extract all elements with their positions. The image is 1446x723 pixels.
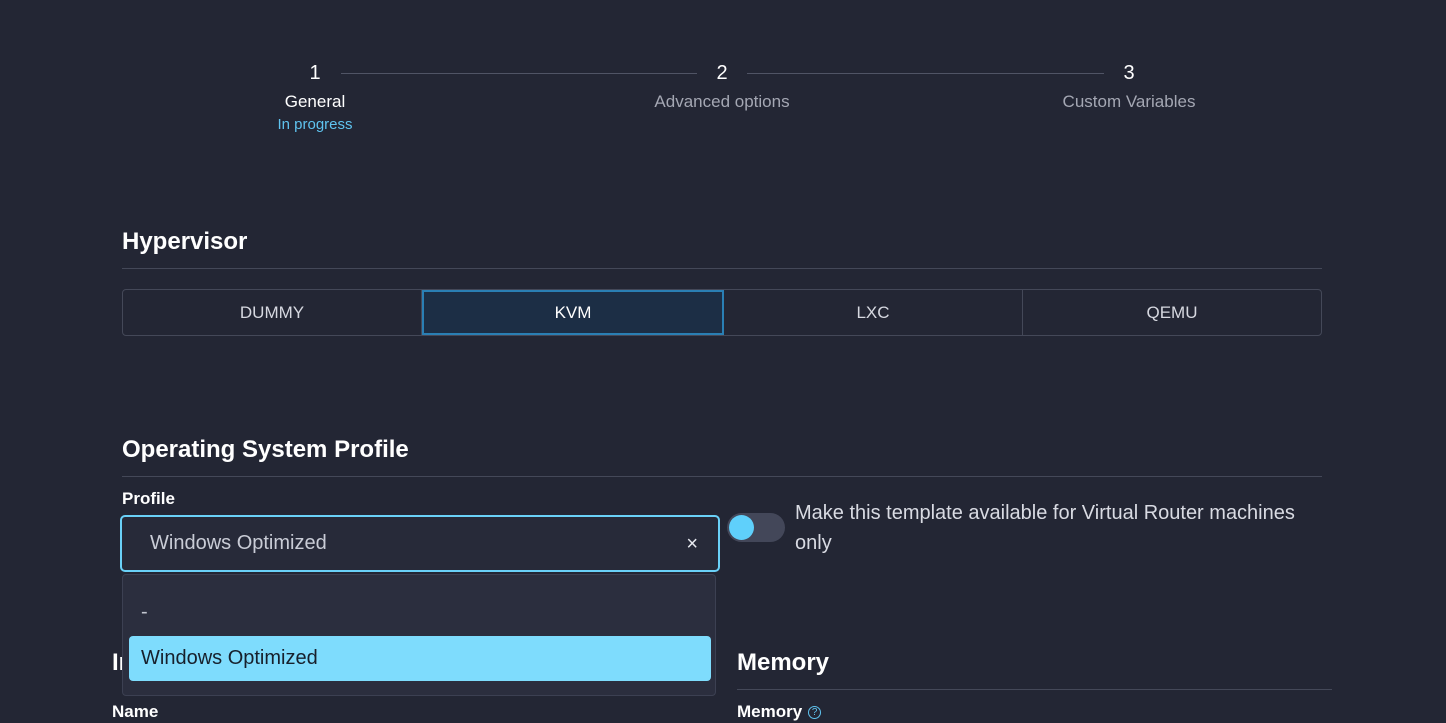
section-divider <box>737 689 1332 690</box>
section-divider <box>122 268 1322 269</box>
hypervisor-selector: DUMMY KVM LXC QEMU <box>122 289 1322 336</box>
hypervisor-option-kvm[interactable]: KVM <box>422 290 724 335</box>
memory-heading: Memory <box>737 649 830 676</box>
step-custom-variables[interactable]: 3 Custom Variables <box>1029 60 1229 112</box>
hypervisor-option-qemu[interactable]: QEMU <box>1023 290 1321 335</box>
hypervisor-option-lxc[interactable]: LXC <box>724 290 1023 335</box>
dropdown-option-windows-optimized[interactable]: Windows Optimized <box>129 636 711 681</box>
toggle-knob <box>729 515 754 540</box>
virtual-router-toggle-label: Make this template available for Virtual… <box>795 502 1295 554</box>
virtual-router-toggle[interactable] <box>727 513 785 542</box>
hypervisor-option-dummy[interactable]: DUMMY <box>123 290 422 335</box>
section-divider <box>122 476 1322 477</box>
step-number: 3 <box>1123 62 1135 84</box>
profile-select-value: Windows Optimized <box>150 532 327 554</box>
profile-dropdown-menu: - Windows Optimized <box>122 574 716 696</box>
step-advanced-options[interactable]: 2 Advanced options <box>622 60 822 112</box>
clear-icon[interactable]: × <box>686 534 698 554</box>
page: 1 General In progress 2 Advanced options… <box>0 0 1446 723</box>
step-label: Custom Variables <box>1062 92 1196 111</box>
memory-label-wrapper: Memory? <box>737 702 822 722</box>
info-icon[interactable]: ? <box>808 706 822 720</box>
profile-label: Profile <box>122 489 175 508</box>
memory-label: Memory <box>737 702 803 721</box>
profile-select[interactable]: Windows Optimized × <box>120 515 720 572</box>
os-profile-heading: Operating System Profile <box>122 436 409 463</box>
step-label: Advanced options <box>654 92 790 111</box>
dropdown-option-none[interactable]: - <box>129 590 711 635</box>
name-label: Name <box>112 702 159 721</box>
hypervisor-heading: Hypervisor <box>122 228 248 255</box>
step-label: General <box>284 92 346 111</box>
step-status: In progress <box>277 116 353 133</box>
step-general[interactable]: 1 General In progress <box>215 60 415 134</box>
